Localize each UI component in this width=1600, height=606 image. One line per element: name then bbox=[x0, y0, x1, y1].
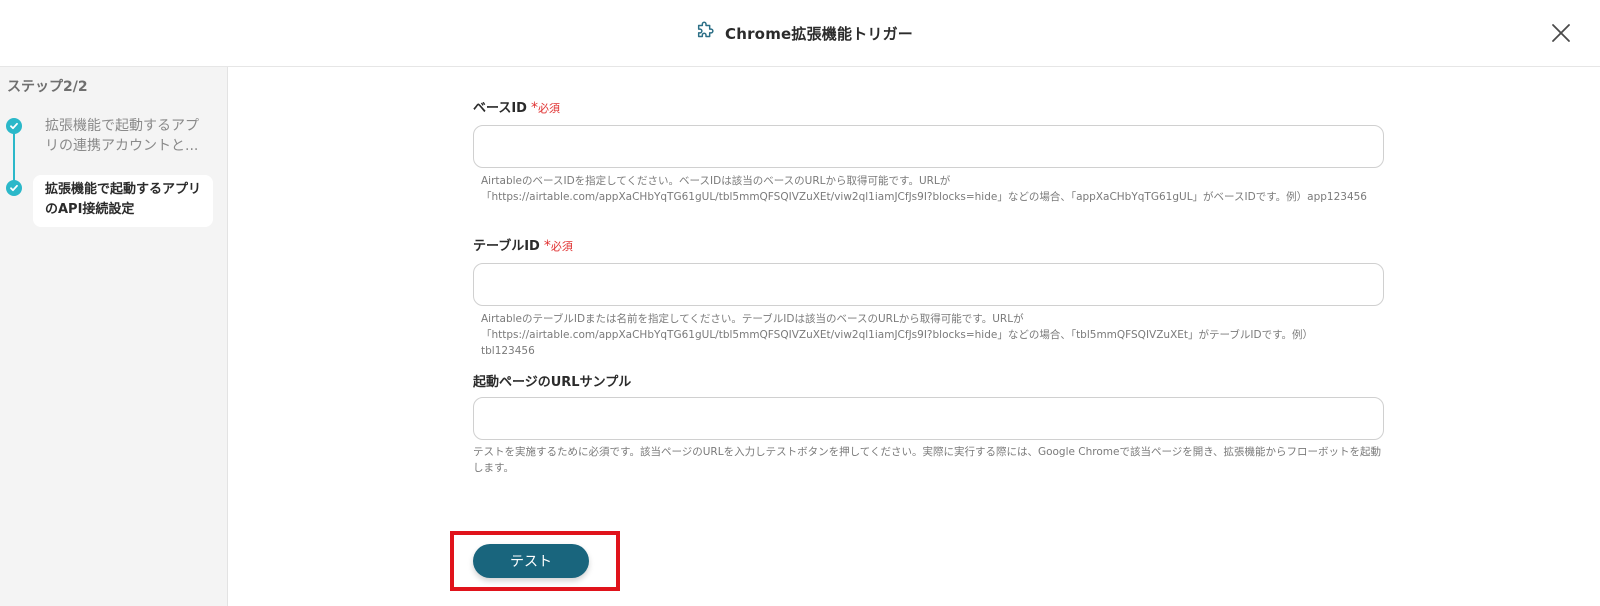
modal-header: Chrome拡張機能トリガー bbox=[0, 0, 1600, 67]
step-counter: ステップ2/2 bbox=[7, 79, 88, 95]
step-sidebar: ステップ2/2 拡張機能で起動するアプリの連携アカウントと... 拡張機能で起動… bbox=[0, 67, 228, 606]
table-id-input[interactable] bbox=[473, 263, 1384, 306]
step-complete-check-icon bbox=[6, 118, 22, 134]
field-label-url-sample: 起動ページのURLサンプル bbox=[473, 371, 631, 390]
step-complete-check-icon bbox=[6, 180, 22, 196]
field-label-base-id: ベースID *必須 bbox=[473, 97, 560, 116]
required-badge: *必須 bbox=[544, 238, 573, 254]
required-text: 必須 bbox=[550, 240, 573, 253]
required-star: * bbox=[543, 238, 551, 254]
url-sample-help: テストを実施するために必須です。該当ページのURLを入力しテストボタンを押してく… bbox=[473, 446, 1382, 474]
step-item-account[interactable]: 拡張機能で起動するアプリの連携アカウントと... bbox=[45, 116, 205, 156]
puzzle-icon bbox=[695, 20, 717, 46]
field-label-text: テーブルID bbox=[473, 239, 540, 254]
step-item-api-settings[interactable]: 拡張機能で起動するアプリのAPI接続設定 bbox=[33, 175, 213, 227]
field-label-text: ベースID bbox=[473, 101, 527, 116]
header-title-group: Chrome拡張機能トリガー bbox=[695, 20, 913, 46]
table-id-help: AirtableのテーブルIDまたは名前を指定してください。テーブルIDは該当の… bbox=[481, 313, 1314, 357]
base-id-help: AirtableのベースIDを指定してください。ベースIDは該当のベースのURL… bbox=[481, 175, 1367, 203]
step-connector bbox=[13, 129, 15, 187]
close-button[interactable] bbox=[1548, 20, 1574, 46]
base-id-input[interactable] bbox=[473, 125, 1384, 168]
form-area: ベースID *必須 AirtableのベースIDを指定してください。ベースIDは… bbox=[228, 67, 1600, 606]
test-button[interactable]: テスト bbox=[473, 544, 589, 578]
url-sample-input[interactable] bbox=[473, 397, 1384, 440]
field-label-text: 起動ページのURLサンプル bbox=[473, 375, 632, 390]
required-text: 必須 bbox=[537, 102, 560, 115]
required-badge: *必須 bbox=[531, 100, 560, 116]
field-label-table-id: テーブルID *必須 bbox=[473, 235, 573, 254]
required-star: * bbox=[530, 100, 538, 116]
modal-title: Chrome拡張機能トリガー bbox=[725, 24, 913, 43]
close-icon bbox=[1552, 24, 1570, 42]
